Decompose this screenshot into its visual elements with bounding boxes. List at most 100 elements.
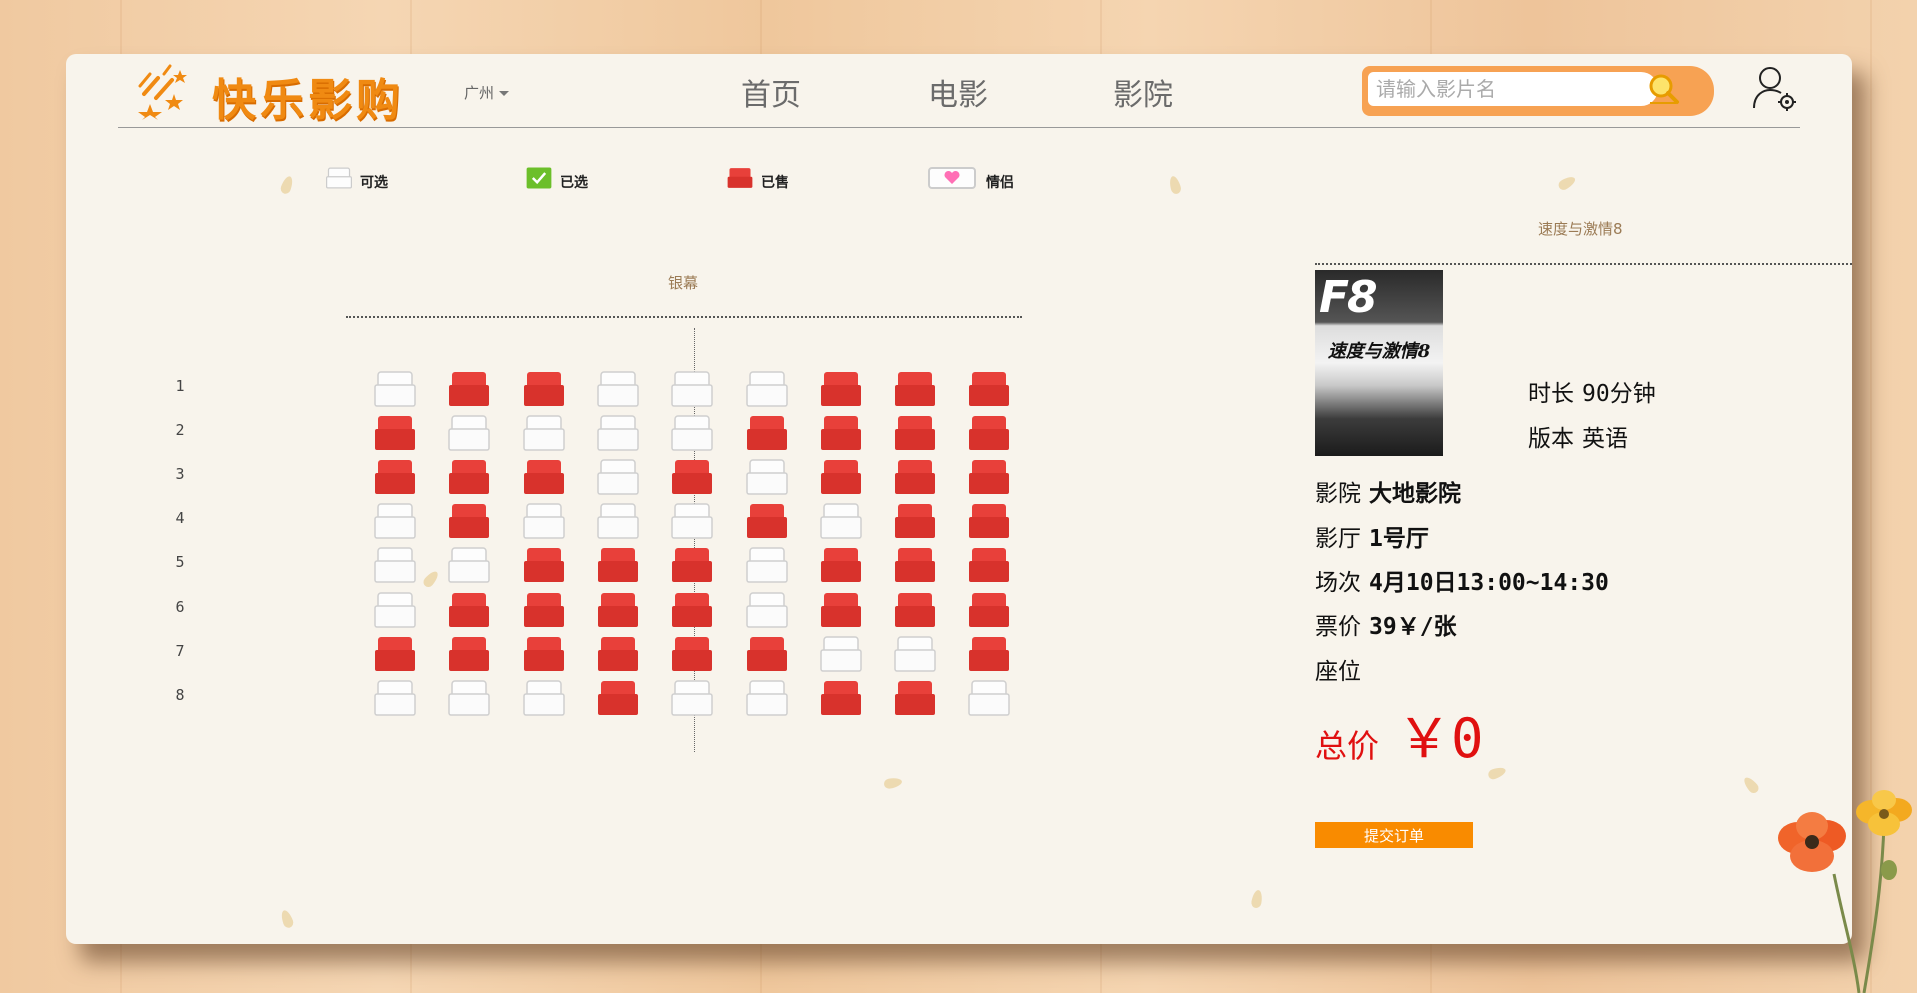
cinema-label: 影院 [1315,481,1361,507]
seat-available[interactable] [448,415,491,451]
seat-sold [671,636,713,672]
seat-available[interactable] [820,635,862,672]
seat-available[interactable] [671,371,713,407]
submit-order-button[interactable]: 提交订单 [1315,822,1473,848]
hall-label: 影厅 [1315,526,1361,552]
couple-seat-icon [928,167,976,189]
seat-sold [671,459,713,495]
seat-available[interactable] [597,459,639,495]
seat-available-icon [326,167,352,189]
session-row: 场次 4月10日13:00~14:30 [1315,563,1609,597]
seat-sold [597,592,639,628]
seat-available[interactable] [820,503,862,540]
seat-selected-icon [526,167,552,189]
version-label: 版本 [1528,426,1574,452]
version-value: 英语 [1582,426,1628,452]
hall-row: 影厅 1号厅 [1315,519,1429,553]
seat-sold [597,636,639,672]
seat-sold [523,371,565,407]
seat-available[interactable] [374,503,416,540]
seat-available[interactable] [671,679,713,716]
seat-available[interactable] [745,591,788,628]
city-selector[interactable]: 广州 [464,82,510,103]
screen-line [346,316,1022,318]
legend-available-label: 可选 [360,175,388,191]
flower-decoration-icon [1778,790,1912,993]
seat-available[interactable] [448,547,491,584]
poster-logo: F8 [1319,272,1378,323]
nav-movies[interactable]: 电影 [928,70,988,114]
seat-available[interactable] [745,459,788,495]
seat-available[interactable] [374,547,416,584]
seat-sold [968,636,1010,672]
seat-sold [820,547,862,583]
seat-available[interactable] [522,415,565,451]
seat-available[interactable] [374,371,416,407]
seat-sold [820,680,862,716]
caret-down-icon [499,91,510,96]
seat-sold [894,415,936,451]
stars-logo-icon [138,64,187,120]
seat-available[interactable] [745,371,788,407]
seat-available[interactable] [968,679,1011,716]
total-price: 总价 ￥0 [1315,694,1484,773]
seat-sold [894,459,936,495]
seat-available[interactable] [745,679,788,716]
seat-sold [820,592,862,628]
search-icon [1649,74,1679,104]
seat-sold [968,503,1010,539]
cinema-value: 大地影院 [1369,481,1461,507]
seat-sold [374,415,416,451]
seat-sold [523,459,565,495]
seat-sold [746,503,788,539]
price-row: 票价 39￥/张 [1315,607,1457,641]
logo[interactable]: 快乐影购 [136,58,436,128]
seat-sold [374,636,416,672]
nav-cinemas[interactable]: 影院 [1113,70,1173,114]
seat-sold [448,636,490,672]
seat-sold [894,371,936,407]
seat-sold [968,415,1010,451]
row-label: 6 [175,597,185,616]
seat-available[interactable] [671,503,713,540]
seat-available[interactable] [597,371,639,407]
seat-sold [894,592,936,628]
seat-available[interactable] [374,591,416,628]
seat-sold [820,459,862,495]
seat-available[interactable] [671,415,713,451]
screen-label: 银幕 [668,274,699,292]
legend-selected-label: 已选 [560,175,588,191]
legend-sold-label: 已售 [761,175,789,191]
seat-available[interactable] [522,503,565,540]
seat-sold [894,680,936,716]
nav-home[interactable]: 首页 [741,70,801,114]
city-label: 广州 [464,84,495,102]
seat-sold [820,371,862,407]
seat-available[interactable] [894,635,936,672]
search-input[interactable] [1368,72,1658,106]
seat-available[interactable] [374,679,416,716]
seat-available[interactable] [597,503,639,540]
row-label: 7 [175,641,185,660]
seat-sold [968,547,1010,583]
search-button[interactable] [1644,72,1684,108]
seat-sold [448,503,490,539]
seat-sold [597,547,639,583]
seat-available[interactable] [745,547,788,584]
seat-sold [671,592,713,628]
seat-label: 座位 [1315,659,1361,685]
seat-available[interactable] [448,679,491,716]
seat-sold [448,459,490,495]
seat-sold [523,636,565,672]
duration-row: 时长 90分钟 [1528,374,1656,408]
header-divider [118,127,1800,128]
user-settings-button[interactable] [1750,64,1798,112]
seat-sold [597,680,639,716]
row-label: 1 [175,377,185,395]
seat-sold [968,592,1010,628]
row-label: 8 [175,685,185,704]
seat-available[interactable] [522,679,565,716]
seat-sold [894,503,936,539]
seat-sold [523,547,565,583]
seat-available[interactable] [597,415,639,451]
